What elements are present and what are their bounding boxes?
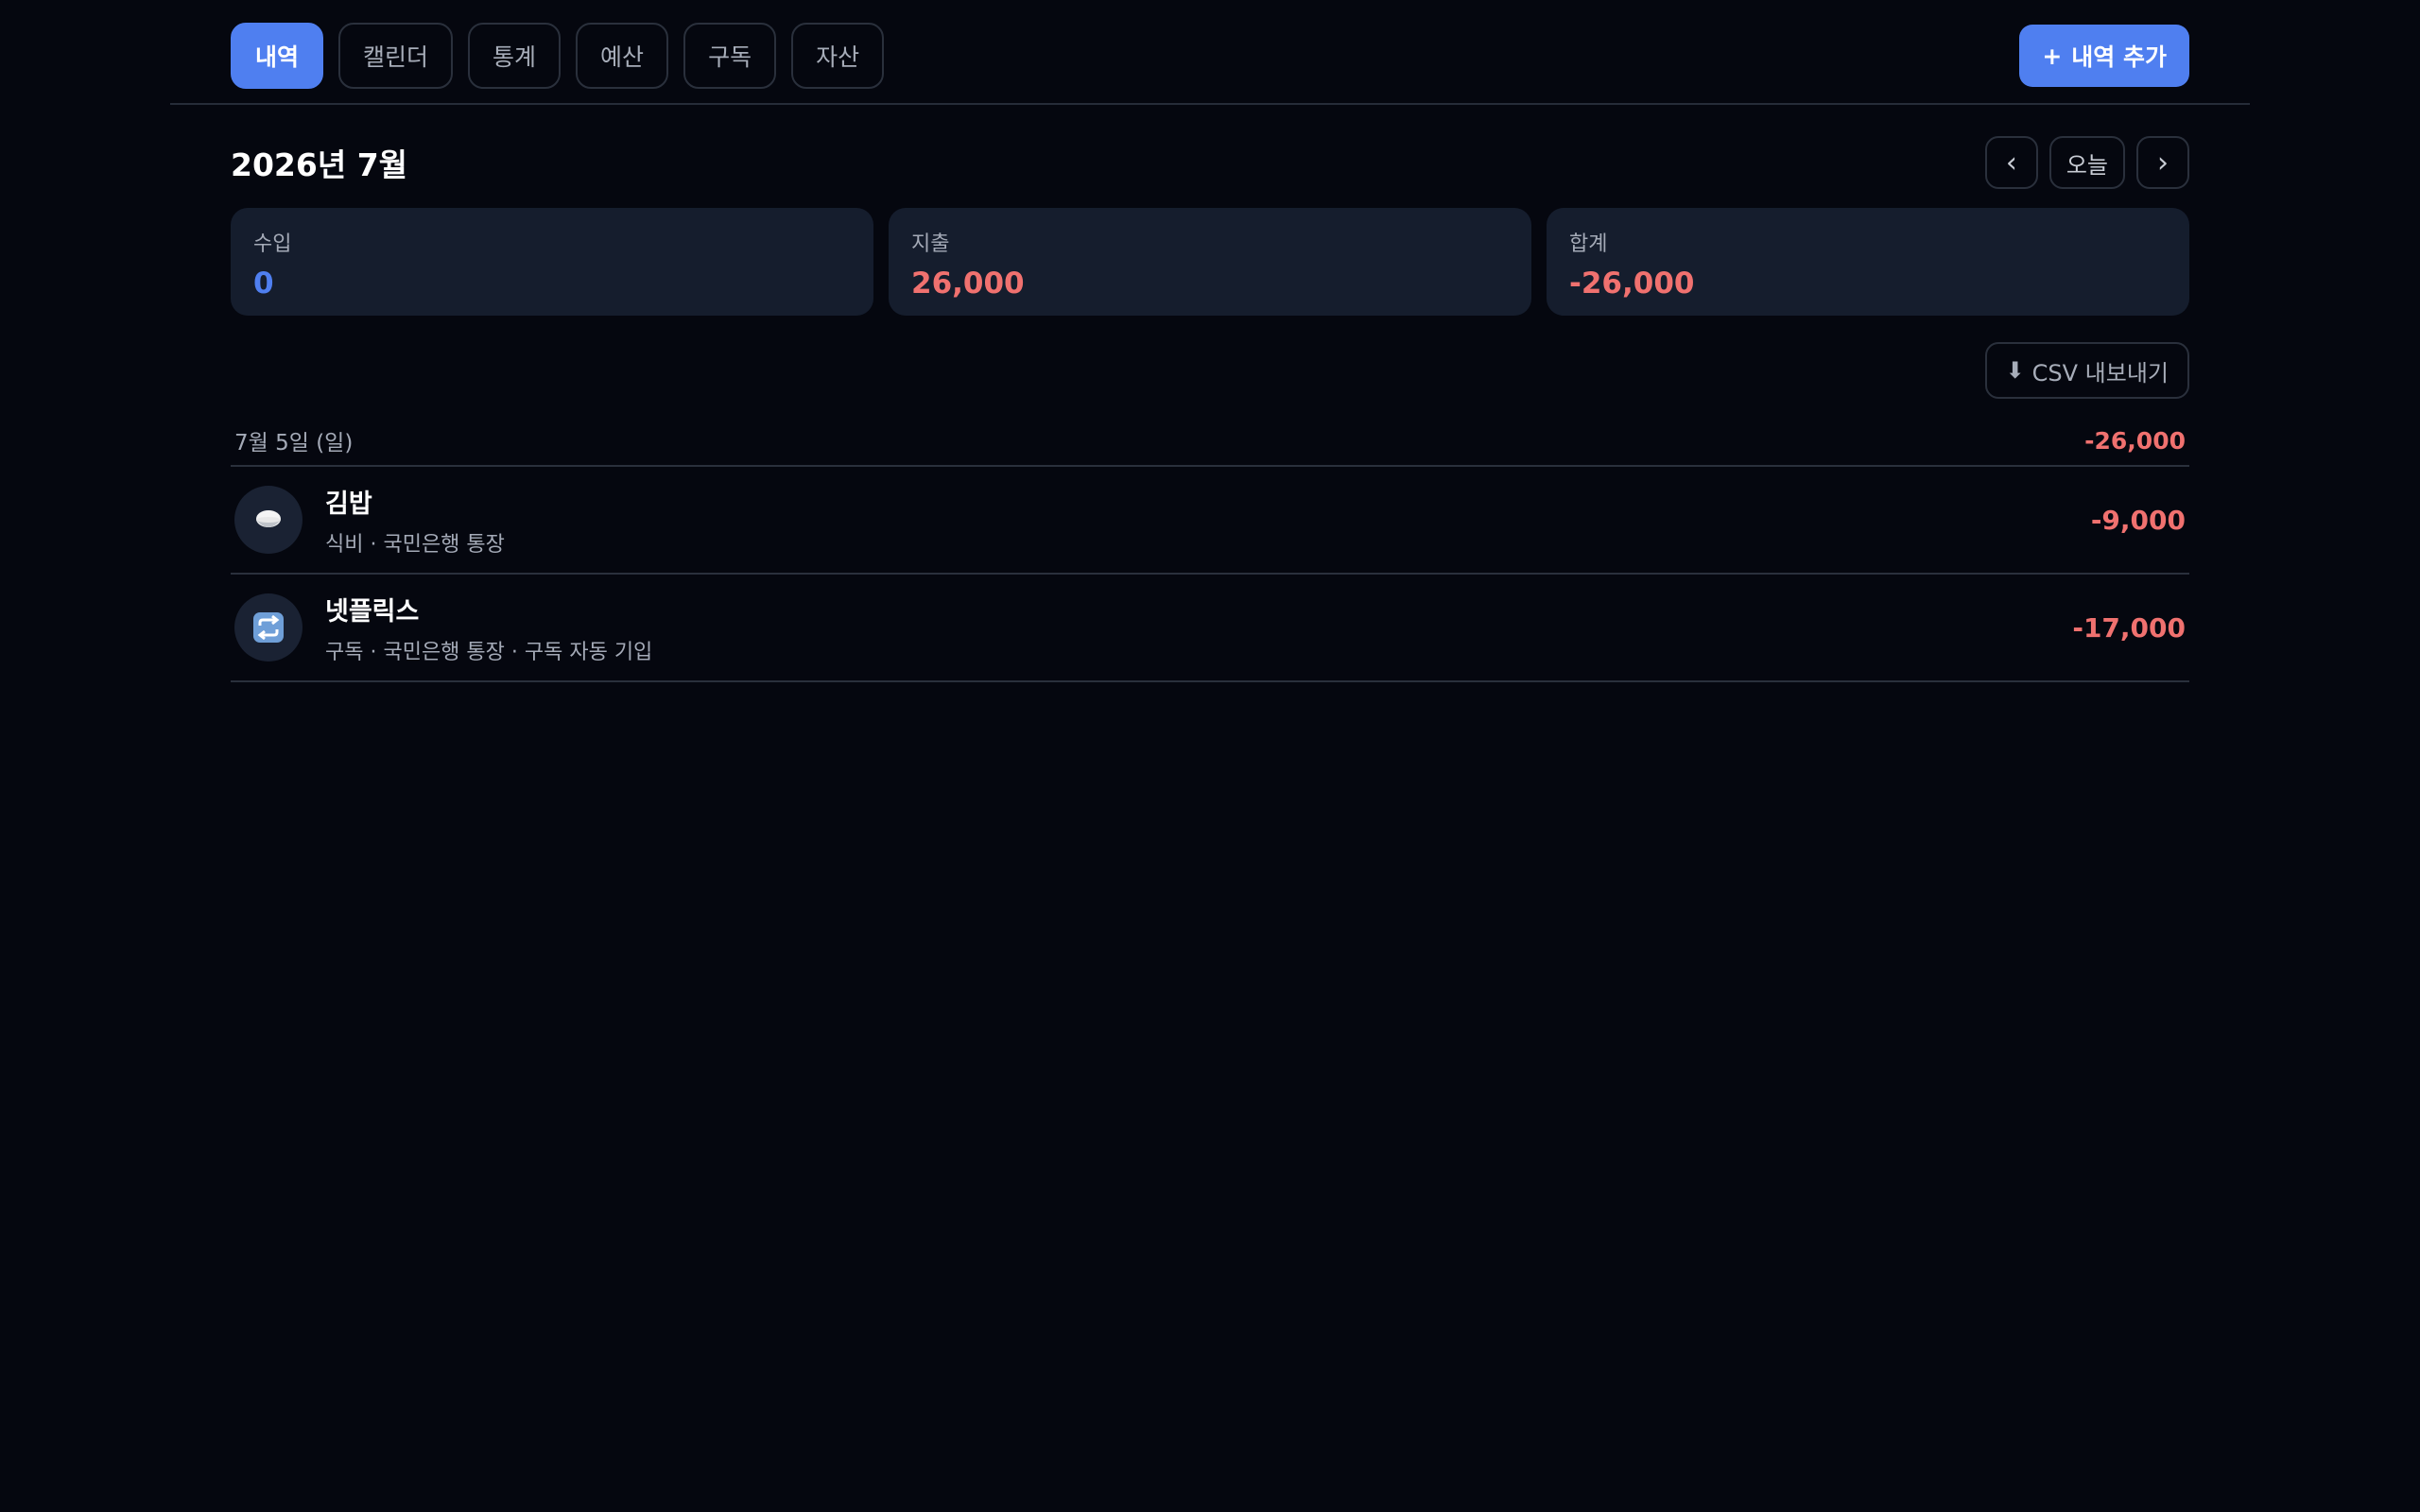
page-title: 2026년 7월 — [231, 146, 408, 183]
tab-calendar[interactable]: 캘린더 — [338, 23, 454, 89]
day-total: -26,000 — [2084, 426, 2186, 455]
chevron-left-icon: ‹ — [2005, 146, 2017, 180]
transaction-amount: -9,000 — [2090, 504, 2186, 536]
add-entry-button[interactable]: + 내역 추가 — [2019, 25, 2189, 87]
total-value: -26,000 — [1569, 266, 1695, 301]
tab-subscriptions[interactable]: 구독 — [683, 23, 777, 89]
transaction-info: 김밥 식비 · 국민은행 통장 — [325, 483, 505, 558]
next-month-button[interactable]: › — [2136, 136, 2189, 189]
transaction-info: 넷플릭스 구독 · 국민은행 통장 · 구독 자동 기입 — [325, 591, 652, 665]
repeat-icon — [253, 612, 284, 643]
tab-history[interactable]: 내역 — [231, 23, 324, 89]
expense-label: 지출 — [911, 232, 950, 256]
income-label: 수입 — [253, 232, 292, 256]
csv-export-label: CSV 내보내기 — [2031, 359, 2169, 387]
csv-export-button[interactable]: ⬇ CSV 내보내기 — [1984, 342, 2189, 399]
transaction-row[interactable]: 김밥 식비 · 국민은행 통장 -9,000 — [231, 467, 2189, 575]
transaction-row[interactable]: 넷플릭스 구독 · 국민은행 통장 · 구독 자동 기입 -17,000 — [231, 575, 2189, 682]
app: 내역 캘린더 통계 예산 구독 자산 + 내역 추가 2026년 7월 ‹ 오늘… — [0, 0, 2420, 1512]
transaction-title: 넷플릭스 — [325, 596, 420, 627]
transaction-amount: -17,000 — [2072, 611, 2186, 644]
chevron-right-icon: › — [2157, 146, 2169, 180]
total-label: 합계 — [1569, 232, 1608, 256]
income-card: 수입 0 — [231, 208, 873, 316]
expense-card: 지출 26,000 — [889, 208, 1531, 316]
download-icon: ⬇ — [2005, 357, 2025, 384]
category-avatar — [234, 593, 302, 662]
transaction-title: 김밥 — [325, 489, 372, 519]
day-header: 7월 5일 (일) -26,000 — [231, 416, 2189, 467]
category-avatar — [234, 486, 302, 554]
plus-icon: + — [2042, 42, 2063, 70]
today-button[interactable]: 오늘 — [2048, 136, 2125, 189]
tab-bar: 내역 캘린더 통계 예산 구독 자산 — [231, 23, 885, 89]
top-nav: 내역 캘린더 통계 예산 구독 자산 + 내역 추가 — [170, 0, 2250, 105]
transaction-subtitle: 식비 · 국민은행 통장 — [325, 532, 505, 557]
income-value: 0 — [253, 266, 274, 301]
prev-month-button[interactable]: ‹ — [1984, 136, 2038, 189]
transaction-list: 7월 5일 (일) -26,000 김밥 식비 · 국민은행 통장 -9,000 — [231, 416, 2189, 682]
add-entry-label: 내역 추가 — [2071, 43, 2167, 71]
day-date: 7월 5일 (일) — [234, 431, 354, 455]
tab-statistics[interactable]: 통계 — [468, 23, 562, 89]
transaction-subtitle: 구독 · 국민은행 통장 · 구독 자동 기입 — [325, 640, 653, 664]
month-navigation: ‹ 오늘 › — [1984, 136, 2189, 189]
expense-value: 26,000 — [911, 266, 1025, 301]
tab-budget[interactable]: 예산 — [576, 23, 669, 89]
total-card: 합계 -26,000 — [1547, 208, 2189, 316]
rice-bowl-icon — [256, 510, 281, 527]
tab-assets[interactable]: 자산 — [791, 23, 885, 89]
summary-cards: 수입 0 지출 26,000 합계 -26,000 — [231, 208, 2189, 316]
